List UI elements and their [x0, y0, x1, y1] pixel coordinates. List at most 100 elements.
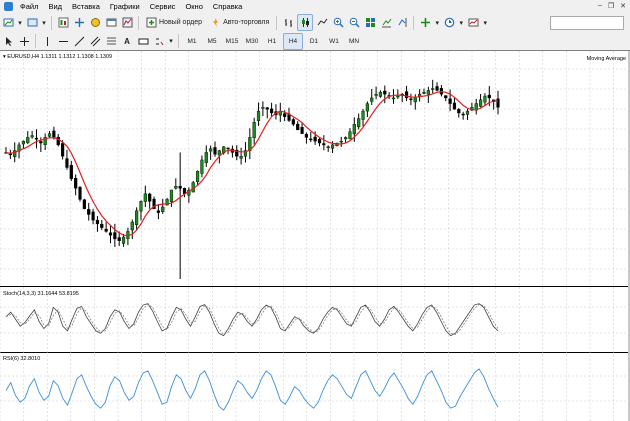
tile-windows-button[interactable] [363, 15, 377, 30]
timeframe-w1[interactable]: W1 [325, 34, 343, 49]
timeframe-h4[interactable]: H4 [283, 32, 303, 50]
line-chart-button[interactable] [315, 15, 329, 30]
trendline-button[interactable] [72, 34, 86, 49]
menu-bar: Файл Вид Вставка Графики Сервис Окно Спр… [0, 0, 630, 13]
new-order-button[interactable]: Новый ордер [143, 15, 205, 30]
chevron-down-icon-2[interactable]: ▾ [41, 15, 47, 30]
periods-button[interactable] [442, 15, 456, 30]
candle-body [291, 119, 295, 125]
zoom-in-button[interactable] [331, 15, 345, 30]
search-input[interactable] [550, 16, 624, 30]
terminal-icon [106, 18, 116, 27]
data-window-button[interactable] [72, 15, 86, 30]
candle-body [174, 186, 178, 189]
chart-symbol-ohlc: EURUSD,H4 1.1311 1.1312 1.1308 1.1309 [7, 54, 113, 60]
timeframe-h1[interactable]: H1 [263, 34, 281, 49]
candle-body [487, 94, 491, 99]
navigator-button[interactable] [88, 15, 102, 30]
autoscroll-button[interactable] [379, 15, 393, 30]
horizontal-line-button[interactable] [56, 34, 70, 49]
menu-insert[interactable]: Вставка [67, 0, 105, 13]
tester-button[interactable] [120, 15, 134, 30]
chevron-down-icon-4[interactable]: ▾ [458, 15, 464, 30]
candle-body [61, 143, 65, 157]
bar-chart-button[interactable] [281, 15, 295, 30]
chart-window[interactable]: ▾ EURUSD,H4 1.1311 1.1312 1.1308 1.1309 … [0, 50, 630, 421]
menu-view[interactable]: Вид [43, 0, 67, 13]
text-label-icon [138, 38, 148, 44]
chevron-down-icon[interactable]: ▾ [17, 15, 23, 30]
indicators-button[interactable] [418, 15, 432, 30]
indicators-icon [420, 18, 430, 27]
market-watch-button[interactable] [56, 15, 70, 30]
arrows-button[interactable] [152, 34, 166, 49]
chart-shift-button[interactable] [395, 15, 409, 30]
fibonacci-button[interactable] [104, 34, 118, 49]
candle-body [413, 97, 417, 103]
chevron-down-icon-6[interactable]: ▾ [168, 34, 174, 49]
vertical-line-button[interactable] [40, 34, 54, 49]
text-label-button[interactable] [136, 34, 150, 49]
menu-charts[interactable]: Графики [105, 0, 145, 13]
chevron-down-icon-5[interactable]: ▾ [482, 15, 488, 30]
templates-button[interactable] [466, 15, 480, 30]
timeframe-mn[interactable]: MN [345, 34, 363, 49]
autotrading-button[interactable]: Авто-торговля [207, 15, 272, 30]
zoom-out-button[interactable] [347, 15, 361, 30]
candle-body [87, 209, 91, 215]
candle-body [21, 140, 26, 145]
timeframe-m15[interactable]: M15 [223, 34, 241, 49]
new-chart-button[interactable] [1, 15, 15, 30]
candle-body [256, 110, 261, 121]
menu-file[interactable]: Файл [15, 0, 43, 13]
equidistant-channel-button[interactable] [88, 34, 102, 49]
tile-windows-icon [365, 18, 375, 27]
candle-body [239, 155, 243, 159]
menu-window[interactable]: Окно [180, 0, 207, 13]
toolbar-separator-2 [138, 15, 139, 30]
candle-body [435, 86, 439, 91]
candle-body [34, 137, 39, 140]
cursor-button[interactable] [1, 34, 15, 49]
candle-body [26, 137, 30, 143]
restore-icon[interactable]: ❐ [608, 2, 614, 10]
timeframe-d1[interactable]: D1 [305, 34, 323, 49]
minimize-icon[interactable]: – [598, 2, 602, 10]
text-tool-label: A [124, 36, 130, 46]
bar-chart-icon [284, 19, 292, 27]
candle-body [304, 134, 309, 138]
candle-body [457, 109, 461, 114]
close-icon[interactable]: ✕ [620, 2, 626, 10]
arrows-icon [155, 38, 163, 45]
candle-body [452, 102, 457, 110]
candle-body [161, 206, 165, 212]
profiles-button[interactable] [25, 15, 39, 30]
timeframe-m30[interactable]: M30 [243, 34, 261, 49]
candle-body [139, 201, 143, 212]
candle-body [317, 139, 322, 144]
chevron-down-icon-3[interactable]: ▾ [434, 15, 440, 30]
new-order-label: Новый ордер [159, 19, 203, 26]
candlestick-button[interactable] [297, 14, 314, 31]
toolbar-separator-6 [178, 34, 179, 48]
menu-help[interactable]: Справка [208, 0, 247, 13]
text-tool-button[interactable]: A [120, 34, 134, 49]
crosshair-button[interactable] [17, 34, 31, 49]
main-toolbar: ▾ ▾ Новый ордер Авто-торговля ▾ ▾ ▾ [0, 13, 630, 33]
candle-body [226, 147, 230, 150]
candle-body [361, 110, 365, 120]
menu-tools[interactable]: Сервис [145, 0, 181, 13]
candle-body [326, 146, 330, 149]
timeframe-m5[interactable]: M5 [203, 34, 221, 49]
cursor-arrow-icon [5, 36, 12, 46]
chart-canvas[interactable] [0, 51, 630, 421]
chart-shift-icon [398, 18, 407, 27]
terminal-button[interactable] [104, 15, 118, 30]
symbol-menu-icon[interactable]: ▾ [3, 54, 6, 60]
autotrading-icon [213, 18, 219, 27]
rsi-line [5, 368, 499, 411]
candle-body [47, 133, 52, 137]
new-order-icon [146, 17, 157, 28]
candle-body [300, 127, 304, 134]
timeframe-m1[interactable]: M1 [183, 34, 201, 49]
